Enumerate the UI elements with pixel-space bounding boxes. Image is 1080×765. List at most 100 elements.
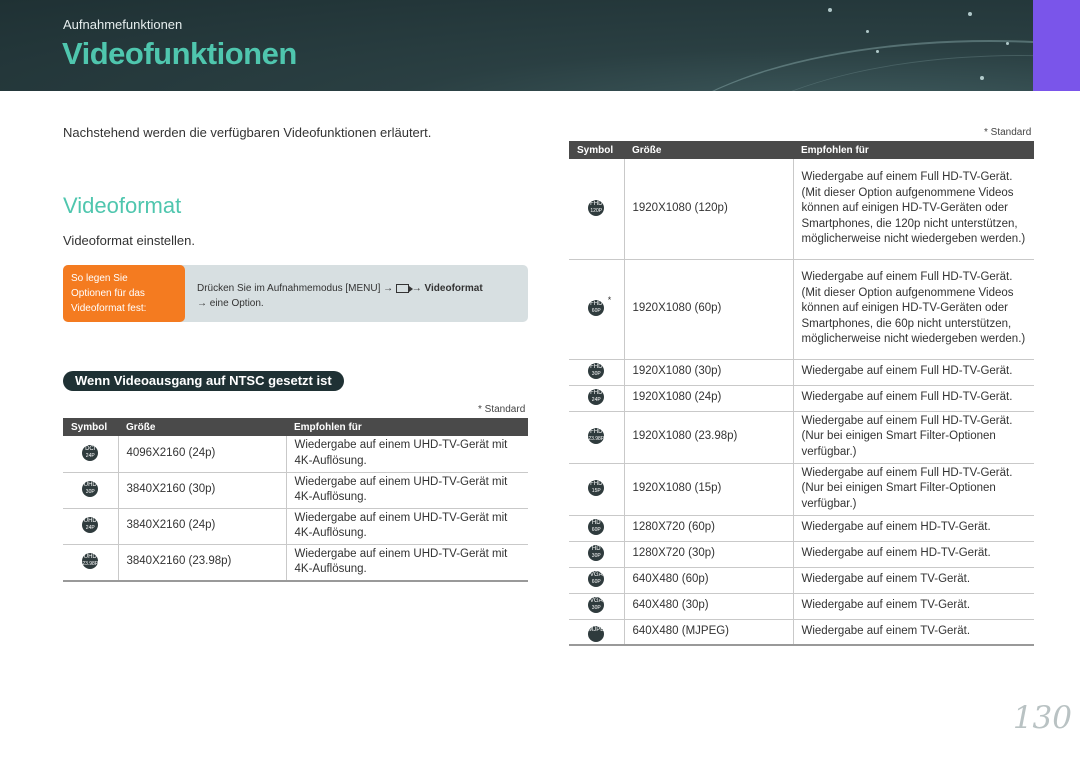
format-badge-icon: FHD 30P <box>588 363 605 380</box>
badge-line: 30P <box>591 371 601 378</box>
badge-line: VGA <box>589 572 603 579</box>
header-sparkle <box>968 12 972 16</box>
badge-line: 120P <box>590 208 603 214</box>
badge-line: DCI <box>85 446 96 452</box>
symbol-cell: FHD 23.98P <box>569 411 625 464</box>
recommended-cell: Wiedergabe auf einem Full HD-TV-Gerät. (… <box>793 463 1034 516</box>
badge-line: FHD <box>590 481 603 488</box>
table-row: DCI 24P 4096X2160 (24p) Wiedergabe auf eine… <box>63 436 528 473</box>
recommended-cell: Wiedergabe auf einem TV-Gerät. <box>793 593 1034 620</box>
howto-text-part: Drücken Sie im Aufnahmemodus [MENU] → <box>197 283 396 294</box>
right-format-table: Symbol Größe Empfohlen für FHD 120P 1920X1… <box>569 141 1034 646</box>
symbol-cell: HD 30P <box>569 541 625 568</box>
symbol-cell: UHD 30P <box>63 472 119 509</box>
howto-box: So legen Sie Optionen für das Videoforma… <box>63 265 528 322</box>
size-cell: 1920X1080 (24p) <box>624 385 794 412</box>
chapter-tab[interactable] <box>1033 0 1080 91</box>
symbol-cell: MJPEG <box>569 619 625 646</box>
symbol-cell: FHD 120P <box>569 159 625 260</box>
recommended-cell: Wiedergabe auf einem TV-Gerät. <box>793 619 1034 646</box>
recommended-cell: Wiedergabe auf einem Full HD-TV-Gerät. <box>793 385 1034 412</box>
recommended-cell: Wiedergabe auf einem UHD-TV-Gerät mit 4K… <box>286 472 528 509</box>
symbol-cell: UHD 24P <box>63 508 119 545</box>
video-camera-icon <box>395 283 413 293</box>
format-badge-icon: FHD 15P <box>588 480 605 497</box>
table-row: VGA 30P 640X480 (30p) Wiedergabe auf einem … <box>569 593 1034 620</box>
table-row: MJPEG 640X480 (MJPEG) Wiedergabe auf einem… <box>569 619 1034 646</box>
badge-line: HD <box>591 520 601 527</box>
badge-line: FHD <box>590 390 603 397</box>
howto-label: So legen Sie Optionen für das Videoforma… <box>63 265 185 322</box>
format-badge-icon: MJPEG <box>588 626 609 643</box>
symbol-cell: FHD 15P <box>569 463 625 516</box>
symbol-cell: VGA 30P <box>569 593 625 620</box>
header-sparkle <box>980 76 984 80</box>
size-cell: 4096X2160 (24p) <box>118 436 287 473</box>
intro-text: Nachstehend werden die verfügbaren Video… <box>63 125 432 140</box>
symbol-cell: FHD 30P <box>569 359 625 386</box>
recommended-cell: Wiedergabe auf einem UHD-TV-Gerät mit 4K… <box>286 508 528 545</box>
table-row: UHD 23.98P 3840X2160 (23.98p) Wiedergabe au… <box>63 544 528 582</box>
format-badge-icon: HD 60P <box>588 519 605 536</box>
badge-line: UHD <box>83 482 97 489</box>
badge-line: FHD <box>590 364 603 371</box>
table-row: HD 60P 1280X720 (60p) Wiedergabe auf einem … <box>569 515 1034 542</box>
badge-line: 30P <box>85 489 95 496</box>
howto-label-line: So legen Sie <box>71 273 128 284</box>
left-format-table: Symbol Größe Empfohlen für DCI 24P 4096X21… <box>63 418 528 582</box>
badge-line: 60P <box>591 308 601 315</box>
symbol-cell: FHD 24P <box>569 385 625 412</box>
size-cell: 1920X1080 (15p) <box>624 463 794 516</box>
badge-line: 24P <box>85 525 95 532</box>
size-cell: 640X480 (MJPEG) <box>624 619 794 646</box>
page-title: Videofunktionen <box>62 36 297 71</box>
badge-line: 60P <box>591 579 601 586</box>
howto-label-line: Optionen für das <box>71 288 145 299</box>
format-badge-icon: VGA 30P <box>588 597 605 614</box>
col-header-size: Größe <box>624 141 793 159</box>
ntsc-subsection-title: Wenn Videoausgang auf NTSC gesetzt ist <box>63 371 344 391</box>
table-row: FHD 23.98P 1920X1080 (23.98p) Wiedergabe au… <box>569 411 1034 464</box>
format-badge-icon: UHD 30P <box>82 481 99 498</box>
col-header-recommended: Empfohlen für <box>286 418 528 436</box>
symbol-cell: UHD 23.98P <box>63 544 119 582</box>
recommended-cell: Wiedergabe auf einem HD-TV-Gerät. <box>793 541 1034 568</box>
format-badge-icon: FHD 23.98P <box>588 428 605 445</box>
badge-line: 24P <box>591 397 601 404</box>
table-row: FHD 60P * 1920X1080 (60p) Wiedergabe auf ein… <box>569 259 1034 360</box>
table-row: FHD 15P 1920X1080 (15p) Wiedergabe auf eine… <box>569 463 1034 516</box>
recommended-cell: Wiedergabe auf einem UHD-TV-Gerät mit 4K… <box>286 544 528 582</box>
badge-line: UHD <box>83 518 97 525</box>
table-row: HD 30P 1280X720 (30p) Wiedergabe auf einem … <box>569 541 1034 568</box>
page-number: 130 <box>1012 700 1072 736</box>
recommended-cell: Wiedergabe auf einem UHD-TV-Gerät mit 4K… <box>286 436 528 473</box>
symbol-cell: DCI 24P <box>63 436 119 473</box>
col-header-size: Größe <box>118 418 286 436</box>
section-subtitle: Videoformat einstellen. <box>63 233 196 248</box>
section-title: Videoformat <box>63 193 182 218</box>
size-cell: 3840X2160 (23.98p) <box>118 544 287 582</box>
format-badge-icon: FHD 60P * <box>588 296 611 317</box>
badge-line: 15P <box>591 488 601 495</box>
badge-line: 30P <box>591 553 601 560</box>
howto-text-part: → eine Option. <box>197 298 264 309</box>
size-cell: 640X480 (30p) <box>624 593 794 620</box>
size-cell: 1920X1080 (60p) <box>624 259 794 360</box>
format-badge-icon: DCI 24P <box>82 445 99 461</box>
format-badge-icon: HD 30P <box>588 545 605 562</box>
size-cell: 1280X720 (30p) <box>624 541 794 568</box>
col-header-symbol: Symbol <box>63 418 118 436</box>
howto-text-part: → <box>411 283 425 294</box>
table-row: VGA 60P 640X480 (60p) Wiedergabe auf einem … <box>569 567 1034 594</box>
default-marker: * <box>607 295 612 306</box>
format-badge-icon: FHD 24P <box>588 389 605 406</box>
standard-note: * Standard <box>984 127 1032 138</box>
size-cell: 1280X720 (60p) <box>624 515 794 542</box>
breadcrumb[interactable]: Aufnahmefunktionen <box>63 17 182 32</box>
symbol-cell: FHD 60P * <box>569 259 625 360</box>
size-cell: 1920X1080 (23.98p) <box>624 411 794 464</box>
howto-label-line: Videoformat fest: <box>71 303 147 314</box>
badge-line: HD <box>591 546 601 553</box>
standard-note: * Standard <box>478 404 526 415</box>
badge-line: 24P <box>85 453 95 459</box>
